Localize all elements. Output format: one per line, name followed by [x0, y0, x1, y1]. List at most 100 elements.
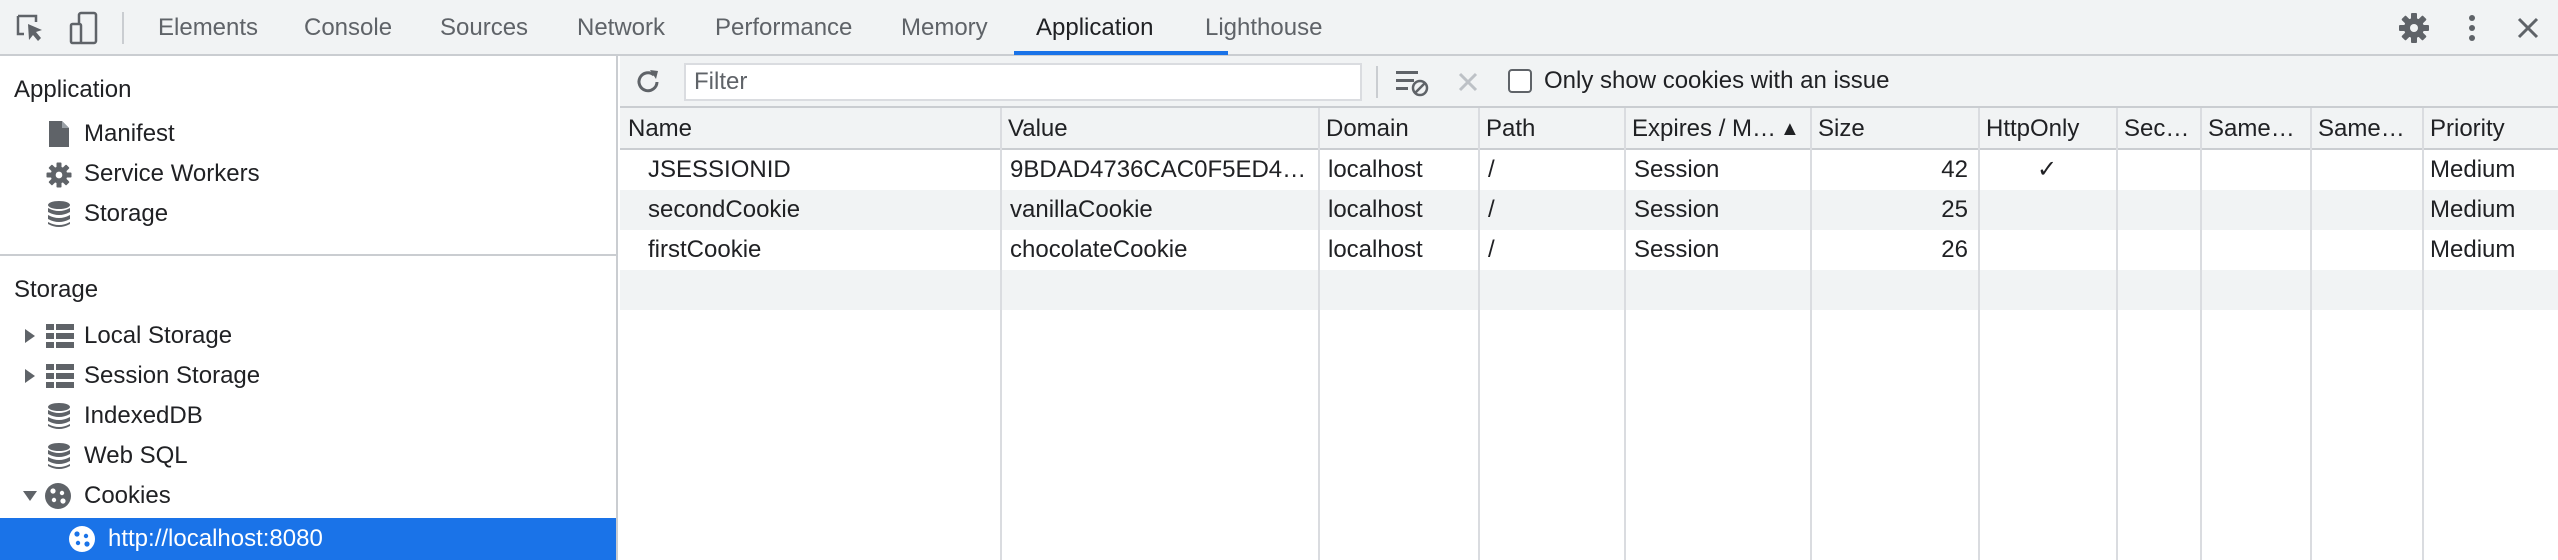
- table-icon: [46, 324, 74, 348]
- cell-path: /: [1488, 236, 1495, 263]
- expand-triangle-icon[interactable]: [24, 328, 36, 344]
- column-header-domain[interactable]: Domain: [1318, 108, 1478, 150]
- tab-memory[interactable]: Memory: [901, 0, 988, 56]
- devtools-tab-bar: Elements Console Sources Network Perform…: [0, 0, 2558, 56]
- sidebar-item-cookies[interactable]: Cookies: [0, 476, 616, 516]
- table-icon: [46, 364, 74, 388]
- cell-expires: Session: [1634, 196, 1720, 223]
- toolbar-divider: [122, 12, 124, 44]
- toolbar-divider: [1376, 66, 1378, 98]
- tab-application[interactable]: Application: [1036, 0, 1153, 56]
- tab-performance[interactable]: Performance: [715, 0, 852, 56]
- collapse-triangle-icon[interactable]: [22, 490, 38, 502]
- cell-samesite: [2200, 190, 2310, 230]
- sidebar-item-indexeddb[interactable]: IndexedDB: [0, 396, 616, 436]
- sidebar-item-label: Local Storage: [84, 322, 233, 349]
- device-toolbar-icon[interactable]: [66, 10, 102, 46]
- column-divider[interactable]: [1318, 108, 1320, 560]
- column-divider[interactable]: [1810, 108, 1812, 560]
- cell-domain: localhost: [1328, 156, 1423, 183]
- cookies-table: Name Value Domain Path Expires / M… ▲ Si…: [620, 108, 2558, 560]
- tab-console[interactable]: Console: [304, 0, 392, 56]
- cell-domain: localhost: [1328, 236, 1423, 263]
- column-divider[interactable]: [2116, 108, 2118, 560]
- cell-size: 26: [1941, 236, 1968, 263]
- sidebar-item-web-sql[interactable]: Web SQL: [0, 436, 616, 476]
- cell-httponly: ✓: [2036, 156, 2058, 183]
- sidebar-item-label: Session Storage: [84, 362, 261, 389]
- cell-path: /: [1488, 196, 1495, 223]
- delete-x-icon[interactable]: [1454, 68, 1482, 96]
- cell-secure: [2116, 190, 2200, 230]
- active-tab-indicator: [1014, 51, 1228, 55]
- cell-name: secondCookie: [648, 196, 801, 223]
- column-header-expires[interactable]: Expires / M…: [1624, 108, 1780, 150]
- cell-sameparty: [2310, 150, 2422, 190]
- column-header-path[interactable]: Path: [1478, 108, 1624, 150]
- filter-input[interactable]: [684, 63, 1362, 101]
- expand-triangle-icon[interactable]: [24, 368, 36, 384]
- cell-sameparty: [2310, 190, 2422, 230]
- tab-lighthouse[interactable]: Lighthouse: [1205, 0, 1322, 56]
- column-header-sameparty[interactable]: Same…: [2310, 108, 2422, 150]
- clear-filtered-icon[interactable]: [1394, 66, 1430, 98]
- database-icon: [48, 201, 70, 227]
- sidebar-item-manifest[interactable]: Manifest: [0, 114, 616, 154]
- cell-value: 9BDAD4736CAC0F5ED4…: [1010, 156, 1307, 183]
- cell-priority: Medium: [2430, 156, 2516, 183]
- issue-only-checkbox[interactable]: [1508, 69, 1532, 93]
- cookie-icon: [69, 526, 95, 552]
- sidebar-item-session-storage[interactable]: Session Storage: [0, 356, 616, 396]
- cell-samesite: [2200, 150, 2310, 190]
- table-row[interactable]: JSESSIONID 9BDAD4736CAC0F5ED4… localhost…: [620, 150, 2558, 190]
- cell-samesite: [2200, 230, 2310, 270]
- column-header-label: Expires / M…: [1632, 115, 1777, 142]
- column-header-httponly[interactable]: HttpOnly: [1978, 108, 2116, 150]
- cell-value: chocolateCookie: [1010, 236, 1188, 263]
- tab-elements[interactable]: Elements: [158, 0, 258, 56]
- table-row[interactable]: firstCookie chocolateCookie localhost / …: [620, 230, 2558, 270]
- cell-priority: Medium: [2430, 196, 2516, 223]
- table-row-empty: [620, 270, 2558, 310]
- issue-only-label[interactable]: Only show cookies with an issue: [1544, 67, 1890, 95]
- sidebar-item-local-storage[interactable]: Local Storage: [0, 316, 616, 356]
- cell-httponly: [1978, 230, 2116, 270]
- database-icon: [48, 403, 70, 429]
- cell-httponly: [1978, 190, 2116, 230]
- column-divider[interactable]: [2200, 108, 2202, 560]
- sidebar-header-storage: Storage: [14, 276, 99, 303]
- inspect-element-icon[interactable]: [12, 10, 48, 46]
- cell-value: vanillaCookie: [1010, 196, 1153, 223]
- table-row[interactable]: secondCookie vanillaCookie localhost / S…: [620, 190, 2558, 230]
- column-divider[interactable]: [2422, 108, 2424, 560]
- cookies-panel: Only show cookies with an issue Name Val…: [620, 56, 2558, 560]
- sidebar-header-application: Application: [14, 76, 132, 103]
- cell-size: 25: [1941, 196, 1968, 223]
- column-header-priority[interactable]: Priority: [2422, 108, 2558, 150]
- cell-size: 42: [1941, 156, 1968, 183]
- column-header-secure[interactable]: Sec…: [2116, 108, 2200, 150]
- gear-icon[interactable]: [2396, 10, 2432, 46]
- sidebar-item-cookie-origin[interactable]: http://localhost:8080: [0, 518, 616, 560]
- refresh-icon[interactable]: [632, 66, 664, 98]
- sidebar-item-service-workers[interactable]: Service Workers: [0, 154, 616, 194]
- sidebar-item-storage[interactable]: Storage: [0, 194, 616, 234]
- column-divider[interactable]: [1978, 108, 1980, 560]
- column-divider[interactable]: [2310, 108, 2312, 560]
- column-header-value[interactable]: Value: [1000, 108, 1318, 150]
- close-icon[interactable]: [2510, 10, 2546, 46]
- column-divider[interactable]: [1478, 108, 1480, 560]
- tab-network[interactable]: Network: [577, 0, 665, 56]
- column-divider[interactable]: [1000, 108, 1002, 560]
- column-divider[interactable]: [1624, 108, 1626, 560]
- column-header-samesite[interactable]: Same…: [2200, 108, 2310, 150]
- sidebar-item-label: Cookies: [84, 482, 171, 509]
- column-header-name[interactable]: Name: [620, 108, 1000, 150]
- column-header-size[interactable]: Size: [1810, 108, 1978, 150]
- cookie-icon: [45, 483, 71, 509]
- cell-name: firstCookie: [648, 236, 762, 263]
- sidebar-divider: [0, 254, 616, 256]
- tab-sources[interactable]: Sources: [440, 0, 528, 56]
- more-vertical-icon[interactable]: [2454, 10, 2490, 46]
- application-sidebar: Application Manifest Service Workers Sto…: [0, 56, 618, 560]
